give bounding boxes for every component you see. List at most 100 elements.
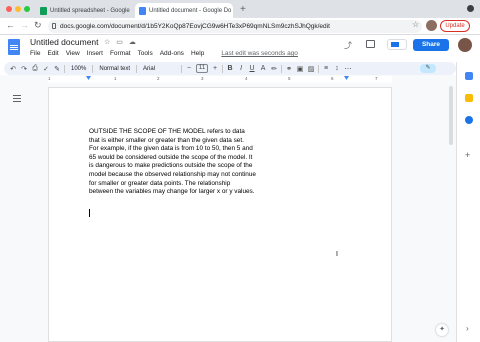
update-button[interactable]: Update — [440, 20, 470, 32]
account-avatar[interactable] — [458, 38, 472, 52]
explore-button[interactable]: ✦ — [436, 324, 448, 336]
document-title[interactable]: Untitled document — [30, 37, 99, 47]
browser-tab-strip: Untitled spreadsheet - Google × Untitled… — [0, 0, 480, 18]
reload-icon[interactable]: ↻ — [34, 20, 42, 31]
side-panel: + › — [456, 62, 480, 342]
font-size-input[interactable]: 11 — [196, 64, 209, 73]
meet-present-button[interactable] — [387, 39, 407, 50]
new-tab-button[interactable]: + — [240, 4, 246, 15]
toolbar-divider — [136, 64, 138, 73]
title-actions: ☆ ▭ ☁ — [104, 38, 136, 46]
formatting-toolbar: ↶ ↷ ⎙ ✓ ✎ 100% Normal text Arial − 11 + … — [4, 62, 456, 75]
bold-button[interactable]: B — [226, 65, 234, 72]
document-page[interactable] — [48, 87, 392, 342]
docs-logo-icon[interactable] — [8, 39, 20, 55]
add-ons-plus-icon[interactable]: + — [465, 150, 470, 160]
insert-link-icon[interactable]: ⚭ — [285, 65, 293, 73]
cloud-saved-icon[interactable]: ☁ — [129, 38, 136, 46]
style-select[interactable]: Normal text — [96, 66, 133, 72]
paint-format-icon[interactable]: ✎ — [53, 65, 61, 73]
increase-font-size-icon[interactable]: + — [211, 65, 219, 72]
show-side-panel-icon[interactable]: › — [466, 324, 469, 333]
ruler-tick: 6 — [331, 76, 334, 81]
right-indent-marker[interactable] — [344, 76, 349, 80]
text-color-button[interactable]: A — [259, 65, 267, 72]
horizontal-ruler[interactable]: 1 1 2 3 4 5 6 7 — [48, 76, 392, 83]
toolbar-divider — [92, 64, 94, 73]
document-body[interactable]: OUTSIDE THE SCOPE OF THE MODEL refers to… — [89, 128, 259, 197]
paragraph-line: model because the observed relationship … — [89, 170, 256, 178]
menu-format[interactable]: Format — [110, 50, 131, 57]
font-select[interactable]: Arial — [140, 66, 178, 72]
paragraph-line: OUTSIDE THE SCOPE OF THE MODEL refers to… — [89, 128, 245, 135]
last-edit-link[interactable]: Last edit was seconds ago — [221, 50, 298, 57]
tab-title: Untitled spreadsheet - Google — [50, 7, 130, 14]
spellcheck-icon[interactable]: ✓ — [42, 65, 50, 73]
back-arrow-icon[interactable]: ← — [6, 20, 15, 30]
highlight-icon[interactable]: ✏ — [270, 65, 278, 73]
document-outline-icon[interactable] — [13, 95, 21, 102]
toolbar-divider — [318, 64, 320, 73]
tasks-icon[interactable] — [465, 116, 473, 124]
insert-image-icon[interactable]: ▨ — [307, 65, 315, 73]
menu-view[interactable]: View — [66, 50, 80, 57]
tab-search-icon[interactable] — [467, 5, 474, 12]
ruler-tick: 7 — [375, 76, 378, 81]
docs-favicon-icon — [139, 6, 146, 15]
ruler-tick: 5 — [288, 76, 291, 81]
keep-icon[interactable] — [465, 94, 473, 102]
calendar-icon[interactable] — [465, 72, 473, 80]
docs-header: Untitled document ☆ ▭ ☁ File Edit View I… — [0, 35, 480, 62]
paragraph-line: that is either smaller or greater than t… — [89, 136, 244, 144]
italic-button[interactable]: I — [237, 65, 245, 72]
paragraph-line: for smaller or greater data points. The … — [89, 179, 231, 187]
menu-add-ons[interactable]: Add-ons — [160, 50, 184, 57]
maximize-window-button[interactable] — [24, 6, 30, 12]
menu-file[interactable]: File — [30, 50, 40, 57]
profile-avatar[interactable] — [426, 20, 437, 31]
vertical-scrollbar[interactable] — [449, 86, 453, 145]
menu-insert[interactable]: Insert — [87, 50, 103, 57]
ruler-tick: 1 — [48, 76, 51, 81]
share-button[interactable]: Share — [413, 39, 449, 51]
paragraph-line: 65 would be considered outside the scope… — [89, 153, 253, 161]
align-left-icon[interactable]: ≡ — [322, 65, 330, 72]
mouse-ibeam-icon: I — [336, 251, 338, 258]
forward-arrow-icon[interactable]: → — [20, 20, 29, 30]
undo-icon[interactable]: ↶ — [9, 65, 17, 73]
minimize-window-button[interactable] — [15, 6, 21, 12]
paragraph-line: For example, if the given data is from 1… — [89, 145, 253, 153]
close-window-button[interactable] — [6, 6, 12, 12]
redo-icon[interactable]: ↷ — [20, 65, 28, 73]
insert-comment-icon[interactable]: ▣ — [296, 65, 304, 73]
comment-history-icon[interactable] — [366, 40, 375, 48]
line-spacing-icon[interactable]: ↕ — [333, 65, 341, 72]
zoom-select[interactable]: 100% — [68, 66, 89, 72]
move-folder-icon[interactable]: ▭ — [116, 38, 123, 46]
toolbar-divider — [181, 64, 183, 73]
print-icon[interactable]: ⎙ — [31, 65, 39, 73]
star-icon[interactable]: ☆ — [104, 38, 110, 46]
lock-icon — [52, 23, 56, 29]
underline-button[interactable]: U — [248, 65, 256, 72]
menu-edit[interactable]: Edit — [47, 50, 58, 57]
menu-tools[interactable]: Tools — [138, 50, 153, 57]
bookmark-star-icon[interactable]: ☆ — [412, 20, 419, 29]
decrease-font-size-icon[interactable]: − — [185, 65, 193, 72]
sheets-favicon-icon — [40, 6, 47, 15]
tab-document[interactable]: Untitled document - Google Do × — [135, 3, 233, 18]
more-options-icon[interactable]: ⋯ — [344, 65, 352, 73]
editing-mode-button[interactable]: ✎ — [420, 64, 436, 73]
toolbar-divider — [222, 64, 224, 73]
activity-dashboard-icon[interactable]: ⤴ — [344, 40, 352, 51]
paragraph-line: between the variables may change for lar… — [89, 188, 255, 196]
tab-title: Untitled document - Google Do — [149, 7, 232, 14]
left-indent-marker[interactable] — [86, 76, 91, 80]
menu-help[interactable]: Help — [191, 50, 204, 57]
tab-spreadsheet[interactable]: Untitled spreadsheet - Google × — [36, 3, 132, 18]
url-input[interactable]: docs.google.com/document/d/1b5Y2KoQp87Eo… — [48, 20, 422, 33]
ruler-tick: 4 — [245, 76, 248, 81]
menu-bar: File Edit View Insert Format Tools Add-o… — [30, 50, 298, 57]
toolbar-divider — [64, 64, 65, 73]
paragraph-line: is dangerous to make predictions outside… — [89, 162, 253, 170]
